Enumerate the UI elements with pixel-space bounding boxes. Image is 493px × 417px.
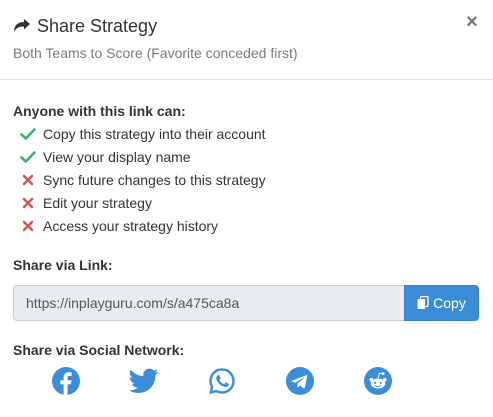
title-row: Share Strategy [13, 15, 157, 37]
modal-header: Share Strategy Both Teams to Score (Favo… [0, 0, 493, 80]
facebook-share-button[interactable] [51, 366, 81, 396]
permission-label: Access your strategy history [43, 217, 219, 234]
permission-label: Edit your strategy [43, 194, 152, 211]
permission-item: Access your strategy history [20, 214, 266, 237]
check-icon [20, 150, 36, 164]
share-link-group: Copy [13, 285, 479, 321]
modal-title: Share Strategy [37, 16, 158, 36]
permission-label: Sync future changes to this strategy [43, 171, 266, 188]
permissions-heading: Anyone with this link can: [13, 103, 186, 119]
cross-icon [20, 219, 36, 233]
copy-button-label: Copy [433, 295, 466, 311]
permission-label: Copy this strategy into their account [43, 125, 266, 142]
check-icon [20, 127, 36, 141]
reddit-share-button[interactable] [363, 366, 393, 396]
telegram-icon [286, 367, 314, 395]
permission-item: Edit your strategy [20, 191, 266, 214]
share-arrow-icon [13, 18, 31, 34]
facebook-icon [52, 367, 80, 395]
twitter-icon [129, 368, 159, 393]
copy-button[interactable]: Copy [404, 285, 479, 321]
strategy-name: Both Teams to Score (Favorite conceded f… [13, 45, 298, 61]
share-strategy-modal: Share Strategy Both Teams to Score (Favo… [0, 0, 493, 417]
share-social-heading: Share via Social Network: [13, 342, 185, 358]
social-network-buttons [51, 366, 441, 396]
share-link-input[interactable] [13, 285, 404, 321]
share-link-heading: Share via Link: [13, 257, 113, 273]
permission-item: Copy this strategy into their account [20, 122, 266, 145]
whatsapp-share-button[interactable] [207, 366, 237, 396]
permission-item: View your display name [20, 145, 266, 168]
twitter-share-button[interactable] [129, 366, 159, 396]
cross-icon [20, 196, 36, 210]
permission-label: View your display name [43, 148, 191, 165]
telegram-share-button[interactable] [285, 366, 315, 396]
close-button[interactable]: × [465, 12, 479, 32]
whatsapp-icon [209, 368, 235, 394]
permissions-list: Copy this strategy into their account Vi… [20, 122, 266, 237]
permission-item: Sync future changes to this strategy [20, 168, 266, 191]
cross-icon [20, 173, 36, 187]
copy-icon [417, 296, 429, 310]
reddit-icon [364, 367, 392, 395]
